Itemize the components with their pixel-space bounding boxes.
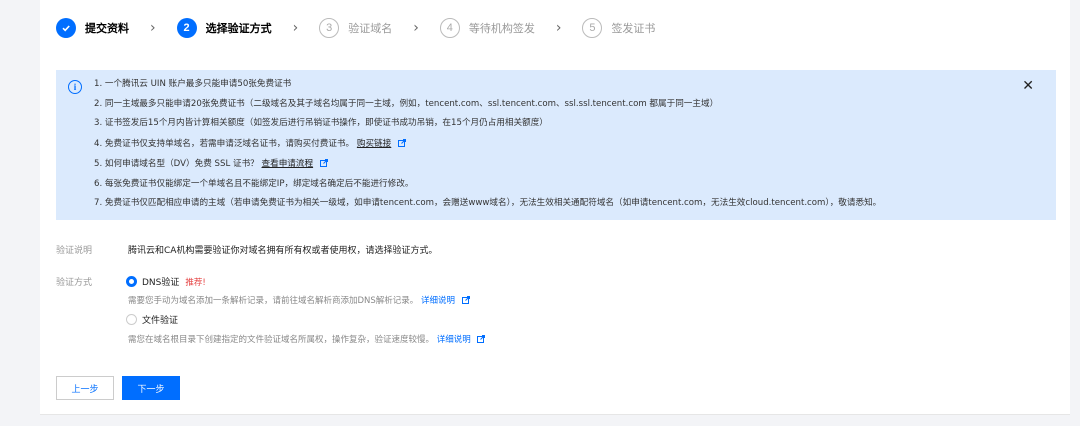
method-label: 验证方式 <box>56 278 93 288</box>
chevron-right-icon: › <box>555 20 562 36</box>
external-link-icon <box>461 296 470 304</box>
file-option-label: 文件验证 <box>142 316 179 326</box>
dns-option-label: DNS验证 <box>142 278 180 288</box>
dns-radio[interactable] <box>126 276 137 287</box>
step-label: 签发证书 <box>611 22 656 35</box>
step-label: 提交资料 <box>85 22 129 35</box>
external-link-icon <box>477 335 486 343</box>
list-item: 5. 如何申请域名型（DV）免费 SSL 证书？ 查看申请流程 <box>94 159 881 169</box>
file-radio[interactable] <box>126 314 137 325</box>
step-label: 等待机构签发 <box>468 22 535 35</box>
step-number: 4 <box>439 18 460 38</box>
notice-list: 1. 一个腾讯云 UIN 账户最多只能申请50张免费证书 2. 同一主域最多只能… <box>94 80 881 219</box>
step-submit-info: 提交资料 <box>56 18 129 38</box>
step-number: 2 <box>176 18 197 38</box>
info-notice: i ✕ 1. 一个腾讯云 UIN 账户最多只能申请50张免费证书 2. 同一主域… <box>56 70 1056 220</box>
step-choose-method: 2 选择验证方式 <box>176 18 272 38</box>
list-item: 1. 一个腾讯云 UIN 账户最多只能申请50张免费证书 <box>94 79 292 89</box>
external-link-icon <box>319 159 328 167</box>
step-wait-issue: 4 等待机构签发 <box>439 18 535 38</box>
list-item: 2. 同一主域最多只能申请20张免费证书（二级域名及其子域名均属于同一主域，例如… <box>94 98 719 109</box>
apply-process-link[interactable]: 查看申请流程 <box>262 159 314 169</box>
prev-button[interactable]: 上一步 <box>56 376 114 400</box>
file-hint: 需您在域名根目录下创建指定的文件验证域名所属权，操作复杂，验证速度较慢。 详细说… <box>128 333 486 345</box>
list-item: 3. 证书签发后15个月内皆计算相关额度（如签发后进行吊销证书操作，即使证书成功… <box>94 118 548 128</box>
step-number: 3 <box>319 18 340 38</box>
step-verify-domain: 3 验证域名 <box>319 18 392 38</box>
file-option[interactable]: 文件验证 <box>126 313 178 326</box>
step-label: 选择验证方式 <box>205 22 272 35</box>
recommend-badge: 推荐! <box>185 277 206 288</box>
form-card: 提交资料 › 2 选择验证方式 › 3 验证域名 › 4 等待机构签发 › 5 … <box>40 0 1070 415</box>
list-item: 4. 免费证书仅支持单域名，若需申请泛域名证书，请购买付费证书。 购买链接 <box>94 138 881 149</box>
step-label: 验证域名 <box>348 22 393 35</box>
buy-link[interactable]: 购买链接 <box>357 139 391 149</box>
check-icon <box>56 18 76 38</box>
step-number: 5 <box>582 18 603 38</box>
step-issue-cert: 5 签发证书 <box>582 18 655 38</box>
dns-hint: 需要您手动为域名添加一条解析记录，请前往域名解析商添加DNS解析记录。 详细说明 <box>128 294 470 306</box>
list-item: 6. 每张免费证书仅能绑定一个单域名且不能绑定IP，绑定域名确定后不能进行修改。 <box>94 178 414 189</box>
list-item: 7. 免费证书仅匹配相应申请的主域（若申请免费证书为相关一级域，如申请tence… <box>94 198 882 208</box>
dns-detail-link[interactable]: 详细说明 <box>421 296 455 306</box>
chevron-right-icon: › <box>292 20 299 36</box>
stepper: 提交资料 › 2 选择验证方式 › 3 验证域名 › 4 等待机构签发 › 5 … <box>56 14 655 42</box>
desc-value: 腾讯云和CA机构需要验证你对域名拥有所有权或者使用权，请选择验证方式。 <box>128 246 438 256</box>
next-button[interactable]: 下一步 <box>122 376 180 400</box>
dns-option[interactable]: DNS验证 推荐! <box>126 275 206 288</box>
chevron-right-icon: › <box>413 20 419 36</box>
desc-label: 验证说明 <box>56 246 93 256</box>
external-link-icon <box>398 138 407 147</box>
chevron-right-icon: › <box>150 20 156 36</box>
close-icon[interactable]: ✕ <box>1022 78 1034 94</box>
file-detail-link[interactable]: 详细说明 <box>437 335 471 345</box>
info-icon: i <box>68 80 82 94</box>
